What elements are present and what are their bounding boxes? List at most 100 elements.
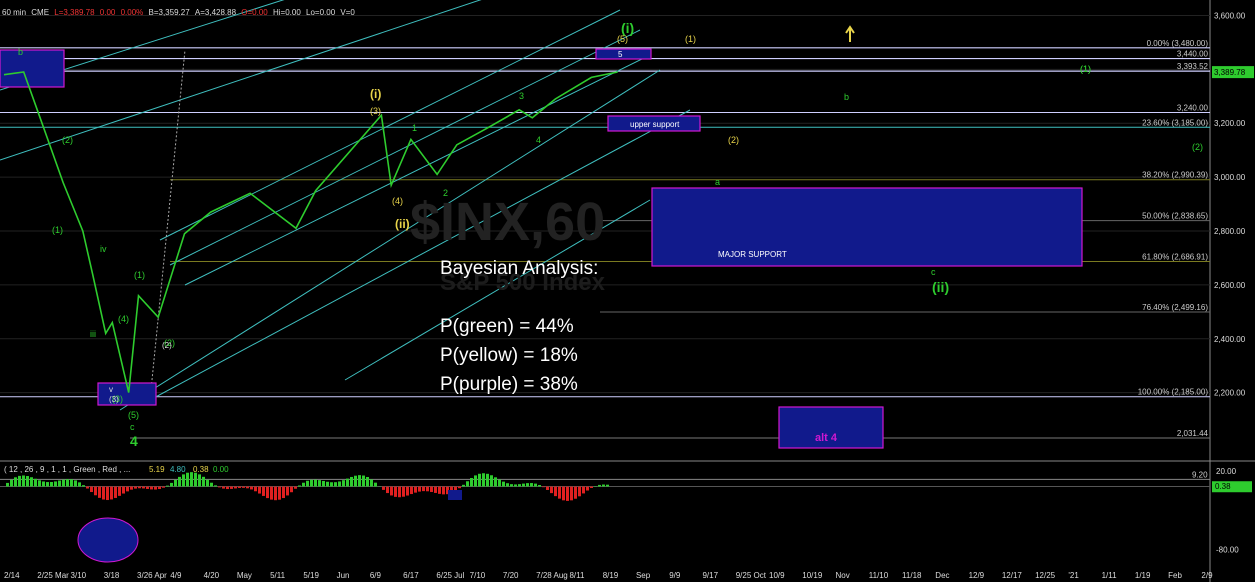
- macd-bar: [354, 475, 357, 487]
- fib-label: 3,240.00: [1177, 103, 1209, 112]
- date-tick: Dec: [935, 571, 949, 580]
- macd-bar: [526, 483, 529, 487]
- macd-legend-value: 0.38: [193, 465, 209, 474]
- wave-label-green: (ii): [932, 279, 949, 295]
- macd-bar: [474, 475, 477, 487]
- macd-bar: [402, 486, 405, 497]
- macd-bar: [414, 486, 417, 493]
- wave-label-white: v: [109, 385, 113, 394]
- macd-small-box: [448, 490, 462, 500]
- macd-bar: [470, 477, 473, 487]
- fib-label: 3,393.52: [1177, 62, 1209, 71]
- wave-label-green: (2): [1192, 142, 1203, 152]
- wave-label-yellow: (5): [617, 34, 628, 44]
- macd-bar: [542, 486, 545, 488]
- ask-quote: A=3,428.88: [194, 8, 237, 17]
- macd-bar: [246, 486, 249, 489]
- macd-bar: [434, 486, 437, 493]
- macd-bar: [154, 486, 157, 490]
- macd-bar: [494, 477, 497, 487]
- macd-bar: [138, 486, 141, 489]
- wave-label-green: (5): [128, 410, 139, 420]
- upper-support-label: upper support: [630, 120, 680, 129]
- chart-header: 60 min CME L=3,389.78 0.00 0.00% B=3,359…: [2, 8, 355, 17]
- prob-yellow: P(yellow) = 18%: [440, 345, 578, 366]
- macd-bar: [274, 486, 277, 501]
- macd-bar: [110, 486, 113, 500]
- macd-bar: [298, 485, 301, 487]
- wave-label-yellow: (4): [392, 196, 403, 206]
- macd-bar: [582, 486, 585, 494]
- macd-bar: [502, 481, 505, 487]
- macd-bar: [218, 486, 221, 488]
- prob-green: P(green) = 44%: [440, 316, 574, 337]
- macd-bar: [530, 483, 533, 487]
- date-tick: 2/9: [1201, 571, 1213, 580]
- macd-bar: [106, 486, 109, 501]
- macd-bar: [390, 486, 393, 496]
- macd-bar: [262, 486, 265, 496]
- date-tick: 11/18: [902, 571, 922, 580]
- macd-bar: [282, 486, 285, 499]
- wave-label-yellow: (2): [728, 135, 739, 145]
- macd-bar: [558, 486, 561, 499]
- date-tick: 1/11: [1102, 571, 1118, 580]
- wave-label-green: iv: [100, 244, 107, 254]
- macd-bar: [418, 486, 421, 492]
- bayesian-title: Bayesian Analysis:: [440, 258, 599, 279]
- macd-bar: [386, 486, 389, 494]
- macd-bar: [162, 486, 165, 488]
- wave-label-yellow: (ii): [395, 217, 410, 231]
- macd-bar: [550, 486, 553, 494]
- macd-bar: [586, 486, 589, 491]
- macd-bar: [174, 479, 177, 487]
- price-tick: 2,800.00: [1214, 227, 1246, 236]
- macd-bar: [130, 486, 133, 490]
- price-grid: [0, 0, 1255, 582]
- macd-bar: [242, 486, 245, 488]
- macd-bar: [178, 476, 181, 487]
- macd-bar: [562, 486, 565, 501]
- macd-bar: [86, 486, 89, 489]
- macd-bar: [26, 476, 29, 487]
- wave-label-yellow: (i): [370, 87, 381, 101]
- macd-bar: [566, 486, 569, 501]
- macd-oval: [77, 517, 139, 563]
- date-tick: '21: [1068, 571, 1079, 580]
- box-major-support: [651, 187, 1083, 267]
- macd-bar: [266, 486, 269, 499]
- macd-bar: [66, 479, 69, 487]
- macd-legend-params: ( 12 , 26 , 9 , 1 , 1 , Green , Red , ..…: [4, 465, 130, 474]
- macd-bar: [198, 474, 201, 487]
- date-tick: 6/25 Jul: [436, 571, 464, 580]
- fib-label: 3,440.00: [1177, 50, 1209, 59]
- background: [0, 0, 1255, 582]
- wave-label-green: iii: [90, 329, 96, 339]
- macd-bar: [574, 486, 577, 499]
- fib-label: 61.80% (2,686.91): [1142, 252, 1208, 261]
- macd-bar: [46, 482, 49, 487]
- macd-bar: [38, 480, 41, 487]
- macd-bar: [30, 477, 33, 487]
- macd-bar: [134, 486, 137, 489]
- macd-legend-value: 5.19: [149, 465, 165, 474]
- macd-bar: [514, 484, 517, 487]
- macd-bar: [554, 486, 557, 497]
- macd-bar: [342, 480, 345, 487]
- date-tick: 12/25: [1035, 571, 1056, 580]
- chart-canvas: 0.00% (3,480.00) 3,440.00 3,393.52 3,240.00…: [0, 0, 1255, 582]
- wave-label-green: 3: [519, 91, 524, 101]
- date-tick: 9/25 Oct: [736, 571, 767, 580]
- macd-bar: [350, 476, 353, 487]
- macd-bar: [206, 479, 209, 487]
- prob-purple: P(purple) = 38%: [440, 374, 578, 395]
- date-tick: 2/25 Mar: [37, 571, 69, 580]
- wave-label-green: b: [844, 92, 849, 102]
- macd-bar: [58, 480, 61, 487]
- date-tick: 7/20: [503, 571, 519, 580]
- macd-bar: [422, 486, 425, 492]
- alt4-label: alt 4: [815, 432, 838, 444]
- macd-value-label: 0.38: [1215, 482, 1231, 491]
- date-tick: 10/19: [802, 571, 823, 580]
- macd-bar: [606, 484, 609, 487]
